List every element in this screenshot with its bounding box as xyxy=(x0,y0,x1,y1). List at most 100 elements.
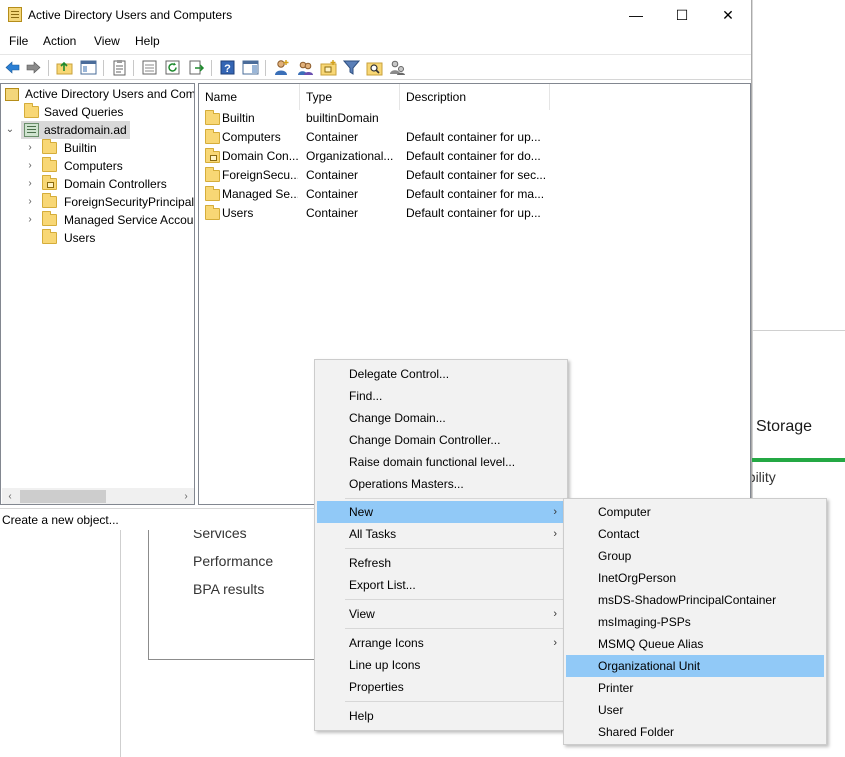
submenu-item-shared-folder[interactable]: Shared Folder xyxy=(566,721,824,743)
new-submenu: Computer Contact Group InetOrgPerson msD… xyxy=(563,498,827,745)
list-row[interactable]: Builtin builtinDomain xyxy=(199,109,750,128)
tree-item-label: Builtin xyxy=(64,141,97,155)
new-user-icon[interactable] xyxy=(273,59,290,76)
list-row[interactable]: Users Container Default container for up… xyxy=(199,204,750,223)
cell-description: Default container for do... xyxy=(406,149,541,163)
menu-file[interactable]: File xyxy=(9,34,28,48)
cell-name: ForeignSecu... xyxy=(222,168,298,182)
submenu-item-inetorgperson[interactable]: InetOrgPerson xyxy=(566,567,824,589)
action-pane-icon[interactable] xyxy=(242,59,259,76)
folder-icon xyxy=(205,205,220,220)
list-row[interactable]: Computers Container Default container fo… xyxy=(199,128,750,147)
export-list-icon[interactable] xyxy=(188,59,205,76)
storage-tile-title: Storage xyxy=(756,418,813,435)
submenu-item-user[interactable]: User xyxy=(566,699,824,721)
cell-type: Organizational... xyxy=(306,149,394,163)
svg-text:?: ? xyxy=(224,63,231,75)
submenu-item-contact[interactable]: Contact xyxy=(566,523,824,545)
chevron-right-icon[interactable]: › xyxy=(25,139,35,157)
menu-item-change-domain[interactable]: Change Domain... xyxy=(317,407,565,429)
chevron-down-icon[interactable]: ⌄ xyxy=(5,121,15,139)
cell-type: Container xyxy=(306,130,359,144)
find-icon[interactable] xyxy=(366,59,383,76)
submenu-item-msmq-queue-alias[interactable]: MSMQ Queue Alias xyxy=(566,633,824,655)
chevron-right-icon[interactable]: › xyxy=(25,193,35,211)
minimize-button[interactable]: — xyxy=(613,0,659,30)
menu-item-line-up-icons[interactable]: Line up Icons xyxy=(317,654,565,676)
forward-arrow-icon[interactable] xyxy=(25,59,42,76)
submenu-item-printer[interactable]: Printer xyxy=(566,677,824,699)
chevron-right-icon[interactable]: › xyxy=(25,157,35,175)
filter-icon[interactable] xyxy=(342,59,361,76)
menu-item-new[interactable]: New › xyxy=(317,501,565,523)
storage-status-bar xyxy=(752,458,845,462)
title-bar[interactable]: Active Directory Users and Computers — ☐… xyxy=(0,0,751,30)
toolbar: ? xyxy=(0,54,751,80)
list-row[interactable]: ForeignSecu... Container Default contain… xyxy=(199,166,750,185)
menu-item-raise-domain-functional-level[interactable]: Raise domain functional level... xyxy=(317,451,565,473)
menu-item-label: Arrange Icons xyxy=(349,636,424,650)
background-divider xyxy=(120,530,121,757)
menu-item-change-domain-controller[interactable]: Change Domain Controller... xyxy=(317,429,565,451)
chevron-right-icon[interactable]: › xyxy=(25,175,35,193)
cell-name: Builtin xyxy=(222,111,255,125)
menu-item-operations-masters[interactable]: Operations Masters... xyxy=(317,473,565,495)
chevron-right-icon[interactable]: › xyxy=(25,211,35,229)
toolbar-separator xyxy=(133,60,134,76)
menu-separator xyxy=(345,498,565,499)
tree-item-label: Users xyxy=(64,231,96,245)
domain-icon xyxy=(24,123,39,137)
menu-action[interactable]: Action xyxy=(43,34,76,48)
menu-item-refresh[interactable]: Refresh xyxy=(317,552,565,574)
column-header-type[interactable]: Type xyxy=(300,84,400,110)
cell-name: Managed Se... xyxy=(222,187,298,201)
column-header-description[interactable]: Description xyxy=(400,84,550,110)
properties-sheet-icon[interactable] xyxy=(141,59,158,76)
submenu-item-group[interactable]: Group xyxy=(566,545,824,567)
submenu-item-msimaging-psps[interactable]: msImaging-PSPs xyxy=(566,611,824,633)
show-console-tree-icon[interactable] xyxy=(80,59,97,76)
scroll-left-arrow-icon[interactable]: ‹ xyxy=(2,488,18,504)
bpa-results-link[interactable]: BPA results xyxy=(193,581,264,597)
menu-view[interactable]: View xyxy=(94,34,120,48)
window-title: Active Directory Users and Computers xyxy=(28,8,233,22)
menu-item-all-tasks[interactable]: All Tasks › xyxy=(317,523,565,545)
new-ou-icon[interactable] xyxy=(320,59,337,76)
tree-item-label: ForeignSecurityPrincipals xyxy=(64,195,195,209)
ou-folder-icon xyxy=(42,175,57,190)
menu-item-delegate-control[interactable]: Delegate Control... xyxy=(317,363,565,385)
menu-item-properties[interactable]: Properties xyxy=(317,676,565,698)
menu-item-arrange-icons[interactable]: Arrange Icons › xyxy=(317,632,565,654)
back-arrow-icon[interactable] xyxy=(4,59,21,76)
performance-link[interactable]: Performance xyxy=(193,553,273,569)
menu-item-help[interactable]: Help xyxy=(317,705,565,727)
tree-item-label: Saved Queries xyxy=(44,105,124,119)
new-group-icon[interactable] xyxy=(297,59,314,76)
menu-item-view[interactable]: View › xyxy=(317,603,565,625)
add-to-group-icon[interactable] xyxy=(389,59,406,76)
submenu-item-msds-shadowprincipalcontainer[interactable]: msDS-ShadowPrincipalContainer xyxy=(566,589,824,611)
menu-help[interactable]: Help xyxy=(135,34,160,48)
tree-horizontal-scrollbar[interactable]: ‹ › xyxy=(2,488,194,504)
close-button[interactable]: ✕ xyxy=(705,0,751,30)
list-row[interactable]: Domain Con... Organizational... Default … xyxy=(199,147,750,166)
clipboard-icon[interactable] xyxy=(111,59,128,76)
submenu-item-computer[interactable]: Computer xyxy=(566,501,824,523)
scroll-right-arrow-icon[interactable]: › xyxy=(178,488,194,504)
folder-icon xyxy=(205,110,220,125)
help-icon[interactable]: ? xyxy=(219,59,236,76)
menu-item-export-list[interactable]: Export List... xyxy=(317,574,565,596)
context-menu: Delegate Control... Find... Change Domai… xyxy=(314,359,568,731)
cell-description: Default container for up... xyxy=(406,206,541,220)
list-row[interactable]: Managed Se... Container Default containe… xyxy=(199,185,750,204)
menu-item-find[interactable]: Find... xyxy=(317,385,565,407)
column-header-name[interactable]: Name xyxy=(199,84,300,110)
maximize-button[interactable]: ☐ xyxy=(659,0,705,30)
menu-separator xyxy=(345,628,565,629)
refresh-icon[interactable] xyxy=(164,59,181,76)
ou-folder-icon xyxy=(205,148,220,163)
tree-item-label: astradomain.ad xyxy=(44,123,127,137)
up-folder-icon[interactable] xyxy=(56,59,73,76)
submenu-item-organizational-unit[interactable]: Organizational Unit xyxy=(566,655,824,677)
scrollbar-thumb[interactable] xyxy=(20,490,106,503)
